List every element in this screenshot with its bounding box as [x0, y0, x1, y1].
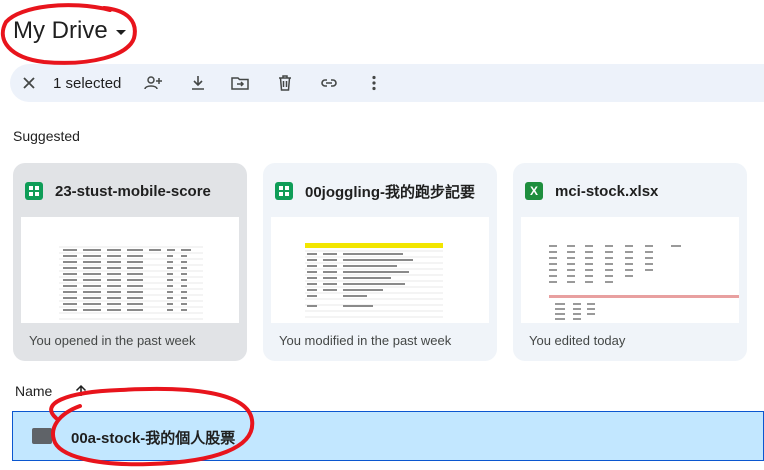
card-activity: You modified in the past week: [279, 333, 452, 348]
download-button[interactable]: [187, 64, 209, 102]
suggested-heading: Suggested: [13, 128, 80, 144]
link-icon: [321, 79, 337, 87]
clear-selection-button[interactable]: [18, 64, 40, 102]
google-sheets-icon: [25, 182, 43, 200]
suggested-card[interactable]: 00joggling-我的跑步記要 You modified in the pa…: [263, 163, 497, 361]
copy-link-button[interactable]: [318, 64, 340, 102]
more-actions-button[interactable]: [363, 64, 385, 102]
google-sheets-icon: [275, 182, 293, 200]
card-thumbnail: [521, 217, 739, 323]
share-button[interactable]: [142, 64, 164, 102]
suggested-card[interactable]: X mci-stock.xlsx You edited today: [513, 163, 747, 361]
card-activity: You edited today: [529, 333, 626, 348]
card-title: mci-stock.xlsx: [555, 182, 659, 200]
card-thumbnail: [21, 217, 239, 323]
delete-button[interactable]: [274, 64, 296, 102]
excel-icon: X: [525, 182, 543, 200]
move-icon: [231, 77, 249, 90]
card-title: 00joggling-我的跑步記要: [305, 183, 475, 201]
move-button[interactable]: [229, 64, 251, 102]
page-title[interactable]: My Drive: [13, 14, 126, 48]
selected-count: 1 selected: [53, 74, 122, 92]
card-title: 23-stust-mobile-score: [55, 182, 211, 200]
folder-icon: [32, 428, 52, 444]
close-icon: [23, 77, 35, 89]
chevron-down-icon: [115, 29, 126, 35]
selection-toolbar: 1 selected: [10, 64, 764, 102]
card-activity: You opened in the past week: [29, 333, 196, 348]
arrow-up-icon[interactable]: [74, 384, 88, 398]
share-icon: [144, 76, 162, 90]
trash-icon: [279, 75, 291, 91]
more-vert-icon: [372, 75, 376, 91]
suggested-card[interactable]: 23-stust-mobile-score You opened in the …: [13, 163, 247, 361]
file-row[interactable]: 00a-stock-我的個人股票: [12, 411, 764, 461]
page-title-text: My Drive: [13, 17, 108, 44]
download-icon: [192, 76, 204, 90]
card-thumbnail: [271, 217, 489, 323]
name-column-label: Name: [15, 383, 53, 399]
file-name: 00a-stock-我的個人股票: [71, 430, 236, 447]
name-column-header[interactable]: Name: [15, 383, 88, 399]
